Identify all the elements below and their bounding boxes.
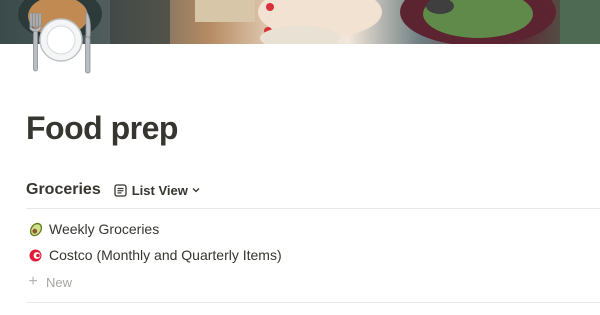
plus-icon: + [28, 273, 38, 290]
list-view-icon [114, 183, 127, 197]
view-label: List View [131, 182, 188, 198]
database-title[interactable]: Groceries [26, 181, 101, 199]
new-item-label: New [46, 274, 73, 290]
database-footer-divider [26, 302, 600, 303]
fork-plate-knife-icon[interactable] [22, 5, 98, 77]
chevron-down-icon [192, 186, 200, 194]
new-item-button[interactable]: + New [26, 272, 72, 292]
list-item[interactable]: Costco (Monthly and Quarterly Items) [26, 243, 586, 267]
view-switcher-button[interactable]: List View [111, 181, 203, 200]
database-header: Groceries List View [26, 178, 203, 202]
avocado-icon [26, 220, 44, 238]
page-title[interactable]: Food prep [26, 108, 178, 148]
database-header-divider [26, 208, 600, 209]
list-item-label: Costco (Monthly and Quarterly Items) [49, 247, 282, 263]
list-item-label: Weekly Groceries [49, 221, 160, 237]
list-item[interactable]: Weekly Groceries [26, 217, 586, 241]
costco-logo-icon [26, 246, 44, 264]
